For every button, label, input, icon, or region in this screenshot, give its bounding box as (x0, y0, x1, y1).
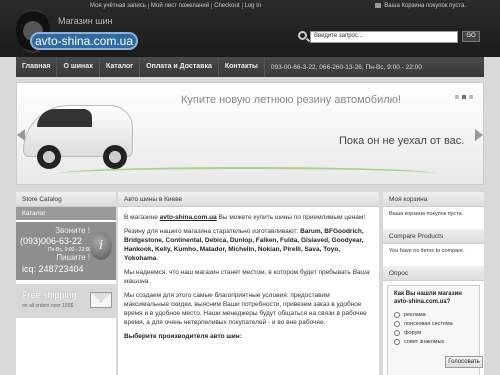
poll-option[interactable]: форум (388, 328, 479, 337)
car-window (37, 109, 92, 127)
nav-catalog[interactable]: Каталог (100, 57, 141, 77)
banner-dot[interactable] (455, 95, 459, 99)
catalog-link[interactable]: Каталог (16, 207, 116, 220)
write-label: Пишите ! (56, 253, 90, 262)
left-column: Store Catalog Каталог Звоните ! (093)006… (16, 192, 116, 375)
poll-title: Опрос (383, 266, 484, 281)
poll-option[interactable]: поисковая система (388, 319, 479, 328)
top-links: Моя учётная запись Мой лист пожеланий Ch… (88, 3, 263, 9)
nav-contacts[interactable]: Контакты (219, 57, 265, 77)
car-wheel (37, 145, 61, 169)
radio-button[interactable] (394, 320, 400, 327)
contact-icq: icq: 248723404 (22, 264, 84, 274)
nav-about-tires[interactable]: О шинах (57, 57, 101, 77)
radio-button[interactable] (394, 338, 400, 345)
grass-decoration (57, 167, 437, 181)
conditions-paragraph: Мы создаем для этого самые благоприятные… (124, 292, 367, 326)
nav-contact-info: 093-00-66-3-22, 066-260-13-26, Пн-Вс, 9:… (270, 63, 422, 71)
hope-paragraph: Мы надеемся, что наш магазин станет мест… (124, 269, 370, 285)
right-column: Моя корзина Ваша корзина покупок пуста. … (383, 192, 484, 375)
content-heading: Авто шины в Киеве (118, 192, 379, 207)
brands-paragraph: Резину для нашего магазина старательно и… (124, 228, 364, 262)
banner-next-icon[interactable] (475, 129, 483, 141)
envelope-icon (90, 292, 112, 308)
radio-button[interactable] (394, 329, 400, 336)
cart-title: Моя корзина (383, 192, 484, 207)
info-icon: i (90, 232, 112, 260)
link-wishlist[interactable]: Мой лист пожеланий (147, 3, 211, 9)
banner-dot-active[interactable] (462, 95, 466, 99)
compare-title: Compare Products (383, 229, 484, 244)
site-header: Моя учётная запись Мой лист пожеланий Ch… (0, 0, 500, 57)
poll-question: Как Вы нашли магазин avto-shina.com.ua? (394, 291, 462, 305)
free-shipping-box[interactable]: Free shipping on all orders over 100$ (16, 284, 116, 318)
free-shipping-subtitle: on all orders over 100$ (22, 303, 74, 309)
store-catalog-title: Store Catalog (16, 192, 116, 207)
vote-button[interactable]: Голосовать (445, 356, 483, 368)
main-nav: Главная О шинах Каталог Оплата и Доставк… (16, 57, 484, 77)
link-login[interactable]: Log In (241, 3, 264, 9)
search-input[interactable]: Введите запрос... (310, 31, 458, 43)
link-my-account[interactable]: Моя учётная запись (88, 3, 148, 9)
nav-home[interactable]: Главная (16, 57, 58, 77)
free-shipping-title: Free shipping (22, 290, 77, 300)
cart-icon (375, 3, 382, 8)
poll-option[interactable]: реклама (388, 310, 479, 319)
choose-manufacturer-heading: Выберите производителя авто шин: (124, 333, 242, 340)
compare-empty-message: You have no items to compare. (389, 248, 465, 254)
call-label: Звоните ! (55, 226, 90, 235)
banner-subline: Пока он не уехал от вас. (339, 135, 465, 147)
site-logo[interactable]: avto-shina.com.ua (30, 32, 138, 50)
nav-payment-delivery[interactable]: Оплата и Доставка (140, 57, 219, 77)
poll-option[interactable]: совет знакомых (388, 337, 479, 346)
contact-phone: (093)006-63-22 (20, 236, 83, 246)
cart-empty-message: Ваша корзина покупок пуста. (389, 211, 464, 217)
banner-headline: Купите новую летнюю резину автомобилю! (181, 94, 401, 106)
contact-box: Звоните ! (093)006-63-22 Пн-Вс, 9:00 - 2… (16, 222, 116, 280)
banner-dot[interactable] (469, 95, 473, 99)
radio-button[interactable] (394, 311, 400, 318)
site-link[interactable]: avto-shina.com.ua (160, 214, 217, 221)
car-wheel (103, 145, 127, 169)
search-icon (298, 31, 307, 40)
promo-banner[interactable]: Купите новую летнюю резину автомобилю! П… (16, 82, 484, 185)
search-go-button[interactable]: GO (462, 31, 480, 42)
logo-subtitle: Магазин шин (58, 16, 113, 26)
intro-paragraph: В магазине avto-shina.com.ua Вы можете к… (124, 214, 366, 221)
link-checkout[interactable]: Checkout (211, 3, 241, 9)
header-cart-text: Ваша Корзина покупок пуста. (384, 3, 466, 9)
banner-pagination (455, 95, 473, 99)
main-content: Авто шины в Киеве В магазине avto-shina.… (118, 192, 379, 375)
header-cart[interactable]: Ваша Корзина покупок пуста. (375, 3, 466, 9)
